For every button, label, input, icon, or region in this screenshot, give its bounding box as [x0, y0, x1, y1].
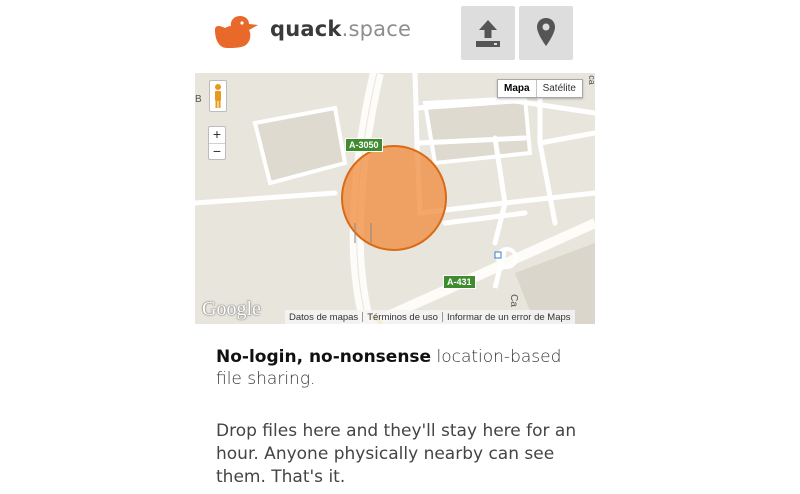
zoom-control: + − — [208, 126, 226, 160]
upload-icon — [476, 20, 500, 47]
brand-name: quack — [270, 17, 342, 41]
map-type-mapa[interactable]: Mapa — [498, 80, 537, 97]
map-type-control: Mapa Satélite — [497, 79, 583, 98]
zoom-in-button[interactable]: + — [209, 127, 225, 144]
map-attribution: Datos de mapas Términos de uso Informar … — [285, 310, 575, 324]
tagline-bold: No-login, no-nonsense — [216, 347, 432, 367]
location-radius — [341, 145, 447, 251]
duck-icon[interactable] — [213, 10, 261, 50]
map-label-b: B — [195, 94, 202, 105]
description: Drop files here and they'll stay here fo… — [216, 421, 577, 487]
map-type-satelite[interactable]: Satélite — [537, 80, 582, 97]
terms-link[interactable]: Términos de uso — [363, 312, 442, 323]
zoom-out-button[interactable]: − — [209, 144, 225, 160]
brand-suffix: .space — [341, 17, 412, 41]
map-label-edge: ca — [586, 75, 595, 85]
map-label-ca: Ca — [507, 294, 519, 307]
map-canvas[interactable] — [195, 73, 595, 324]
road-sign-a3050: A-3050 — [345, 138, 383, 152]
report-error-link[interactable]: Informar de un error de Maps — [443, 312, 575, 323]
map-view[interactable]: B Ca ca + − Mapa Satélite A-3050 A-431 G… — [195, 73, 595, 324]
tagline: No-login, no-nonsense location-based fil… — [216, 346, 576, 390]
location-button[interactable] — [519, 6, 573, 60]
map-data-link[interactable]: Datos de mapas — [285, 312, 362, 323]
road-sign-a431: A-431 — [443, 275, 476, 289]
upload-button[interactable] — [461, 6, 515, 60]
location-pin-icon — [537, 18, 555, 46]
street-view-pegman-icon[interactable] — [209, 80, 227, 112]
google-logo[interactable]: Google — [202, 298, 261, 321]
brand-logo[interactable]: quack.space — [270, 17, 411, 41]
